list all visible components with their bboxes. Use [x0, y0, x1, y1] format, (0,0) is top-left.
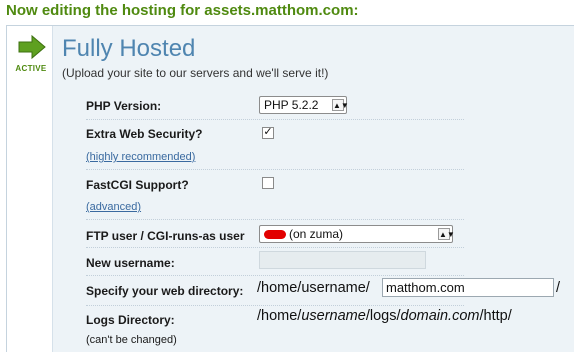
web-directory-suffix: /: [556, 280, 561, 296]
hosting-panel: ACTIVE Fully Hosted (Upload your site to…: [6, 25, 574, 352]
web-directory-input[interactable]: matthom.com: [382, 278, 554, 297]
plan-subtitle: (Upload your site to our servers and we'…: [62, 66, 329, 80]
select-arrow-icon: ▲▼: [438, 228, 455, 240]
redacted-username: [264, 230, 286, 240]
row-divider: [86, 169, 464, 170]
logs-directory-path: /home/username/logs/domain.com/http/: [257, 308, 512, 324]
php-version-select[interactable]: PHP 5.2.2 ▲▼: [259, 96, 349, 114]
advanced-link[interactable]: (advanced): [86, 201, 141, 213]
highly-recommended-link[interactable]: (highly recommended): [86, 151, 195, 163]
status-column: ACTIVE: [7, 26, 53, 352]
web-directory-prefix: /home/username/: [257, 280, 370, 296]
ftp-user-label: FTP user / CGI-runs-as user: [86, 229, 245, 243]
php-version-value: PHP 5.2.2: [264, 98, 319, 112]
new-username-input[interactable]: [259, 251, 426, 269]
ftp-user-select[interactable]: (on zuma) ▲▼: [259, 225, 455, 243]
new-username-label: New username:: [86, 256, 175, 270]
plan-title: Fully Hosted: [62, 35, 196, 62]
web-directory-label: Specify your web directory:: [86, 284, 244, 298]
green-arrow-icon: [18, 34, 46, 60]
security-label: Extra Web Security?: [86, 127, 203, 141]
php-version-label: PHP Version:: [86, 99, 162, 113]
fastcgi-label: FastCGI Support?: [86, 178, 189, 192]
cant-be-changed-note: (can't be changed): [86, 334, 177, 346]
row-divider: [86, 305, 464, 306]
select-arrow-icon: ▲▼: [332, 99, 349, 111]
ftp-user-value: (on zuma): [289, 227, 344, 241]
fastcgi-checkbox[interactable]: [262, 177, 274, 189]
row-divider: [86, 275, 464, 276]
active-status-label: ACTIVE: [15, 64, 47, 73]
row-divider: [86, 247, 464, 248]
row-divider: [86, 219, 464, 220]
page-title: Now editing the hosting for assets.matth…: [6, 2, 359, 19]
row-divider: [86, 119, 464, 120]
security-checkbox[interactable]: ✓: [262, 127, 274, 139]
logs-directory-label: Logs Directory:: [86, 313, 175, 327]
